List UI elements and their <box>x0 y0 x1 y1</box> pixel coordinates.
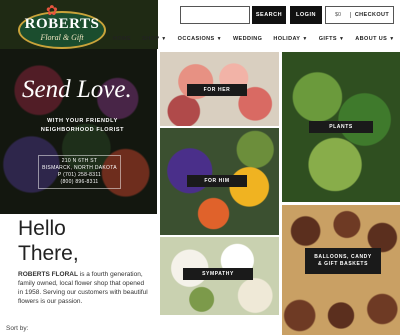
tile-plants-label[interactable]: PLANTS <box>309 121 373 133</box>
tile-for-him-label[interactable]: FOR HIM <box>187 175 247 187</box>
nav-label: HOME <box>113 36 132 42</box>
search-input[interactable] <box>180 6 250 24</box>
nav-label: WEDDING <box>232 36 263 42</box>
nav-label: SHOP <box>142 36 160 42</box>
nav-label: HOLIDAY <box>273 36 301 42</box>
search-button[interactable]: SEARCH <box>252 6 286 24</box>
caret-down-icon: ▼ <box>161 36 167 42</box>
nav-about-us[interactable]: ABOUT US ▼ <box>355 36 394 42</box>
hero-subline-1: WITH YOUR FRIENDLY <box>47 118 118 124</box>
intro-brand: ROBERTS FLORAL <box>18 271 78 278</box>
nav-shop[interactable]: SHOP ▼ <box>142 36 167 42</box>
logo-tagline: Floral & Gift <box>40 33 84 42</box>
balloons-label-line-1: BALLOONS, CANDY <box>314 254 372 260</box>
nav-label: GIFTS <box>318 36 337 42</box>
sort-by-label: Sort by: <box>6 325 29 332</box>
address-city: BISMARCK, NORTH DAKOTA <box>42 165 117 171</box>
caret-down-icon: ▼ <box>216 36 222 42</box>
phone-local[interactable]: P (701) 258-8311 <box>38 172 121 179</box>
checkout-label: CHECKOUT <box>354 12 390 18</box>
logo-name: ROBERTS <box>24 16 100 32</box>
caret-down-icon: ▼ <box>302 36 308 42</box>
main-nav: HOME SHOP ▼ OCCASIONS ▼ WEDDING HOLIDAY ▼ G… <box>113 34 400 44</box>
address-text: 210 N 6TH ST BISMARCK, NORTH DAKOTA P (7… <box>38 158 121 186</box>
nav-gifts[interactable]: GIFTS ▼ <box>319 36 345 42</box>
cart-amount: $0 <box>326 12 351 18</box>
nav-home[interactable]: HOME <box>113 36 131 42</box>
intro-heading-line-2: There, <box>18 242 79 265</box>
nav-holiday[interactable]: HOLIDAY ▼ <box>273 36 307 42</box>
login-button[interactable]: LOGIN <box>290 6 322 24</box>
address-street: 210 N 6TH ST <box>61 158 98 164</box>
hero-headline: Send Love. <box>22 76 132 103</box>
caret-down-icon: ▼ <box>338 36 345 42</box>
tile-for-her-label[interactable]: FOR HER <box>187 84 247 96</box>
nav-label: OCCASIONS <box>177 36 215 42</box>
balloons-label-line-2: & GIFT BASKETS <box>317 261 369 267</box>
nav-wedding[interactable]: WEDDING <box>233 36 262 42</box>
intro-paragraph: ROBERTS FLORAL is a fourth generation, f… <box>18 270 148 306</box>
tile-sympathy-label[interactable]: SYMPATHY <box>183 268 253 280</box>
tile-balloons-candy-label[interactable]: BALLOONS, CANDY & GIFT BASKETS <box>305 248 381 274</box>
intro-heading-line-1: Hello <box>18 217 66 240</box>
hero-subline: WITH YOUR FRIENDLY NEIGHBORHOOD FLORIST <box>20 117 145 135</box>
caret-down-icon: ▼ <box>389 36 395 42</box>
checkout-button[interactable]: $0 CHECKOUT <box>325 6 394 24</box>
nav-label: ABOUT US <box>355 36 388 42</box>
nav-occasions[interactable]: OCCASIONS ▼ <box>178 36 222 42</box>
hero-subline-2: NEIGHBORHOOD FLORIST <box>40 127 125 133</box>
phone-tollfree[interactable]: (800) 896-8311 <box>38 179 121 186</box>
intro-heading: Hello There, <box>18 216 79 266</box>
